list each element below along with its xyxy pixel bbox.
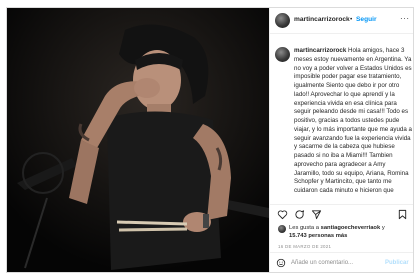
instagram-post: martincarrizorock • Seguir ··· martincar… bbox=[6, 7, 414, 273]
save-icon[interactable] bbox=[397, 209, 408, 220]
likes-summary: Les gusta a santiagoecheverriaok y 15.74… bbox=[278, 224, 411, 244]
comment-bar: Añade un comentario... Publicar bbox=[270, 252, 413, 272]
follow-button[interactable]: Seguir bbox=[356, 16, 377, 23]
post-date[interactable]: 16 DE MARZO DE 2021 bbox=[278, 244, 331, 249]
post-sidebar: martincarrizorock • Seguir ··· martincar… bbox=[269, 8, 413, 272]
likes-connector: y bbox=[380, 225, 385, 231]
separator-dot: • bbox=[350, 16, 353, 23]
caption-body: Hola amigos, hace 3 meses estoy nuevamen… bbox=[294, 47, 412, 194]
caption-username[interactable]: martincarrizorock bbox=[294, 47, 346, 54]
action-bar bbox=[270, 204, 413, 225]
avatar[interactable] bbox=[275, 13, 290, 28]
heart-icon[interactable] bbox=[277, 209, 288, 220]
liker-username[interactable]: santiagoecheverriaok bbox=[321, 225, 381, 231]
post-photo[interactable] bbox=[7, 8, 269, 272]
comment-icon[interactable] bbox=[294, 209, 305, 220]
caption-text: martincarrizorock Hola amigos, hace 3 me… bbox=[294, 47, 412, 196]
likes-line-1: Les gusta a santiagoecheverriaok y bbox=[289, 225, 385, 231]
caption-avatar[interactable] bbox=[275, 47, 290, 62]
share-icon[interactable] bbox=[311, 209, 322, 220]
drummer-photo bbox=[7, 8, 269, 272]
username-link[interactable]: martincarrizorock bbox=[294, 16, 350, 23]
caption-area: martincarrizorock Hola amigos, hace 3 me… bbox=[270, 34, 413, 204]
comment-input[interactable]: Añade un comentario... bbox=[291, 260, 353, 266]
liker-avatar[interactable] bbox=[278, 225, 286, 233]
emoji-icon[interactable] bbox=[276, 258, 286, 268]
post-header: martincarrizorock • Seguir ··· bbox=[270, 8, 413, 34]
publish-button[interactable]: Publicar bbox=[385, 260, 409, 266]
more-options-icon[interactable]: ··· bbox=[400, 14, 410, 23]
likes-count[interactable]: 15.743 personas más bbox=[289, 233, 347, 239]
likes-prefix: Les gusta a bbox=[289, 225, 321, 231]
